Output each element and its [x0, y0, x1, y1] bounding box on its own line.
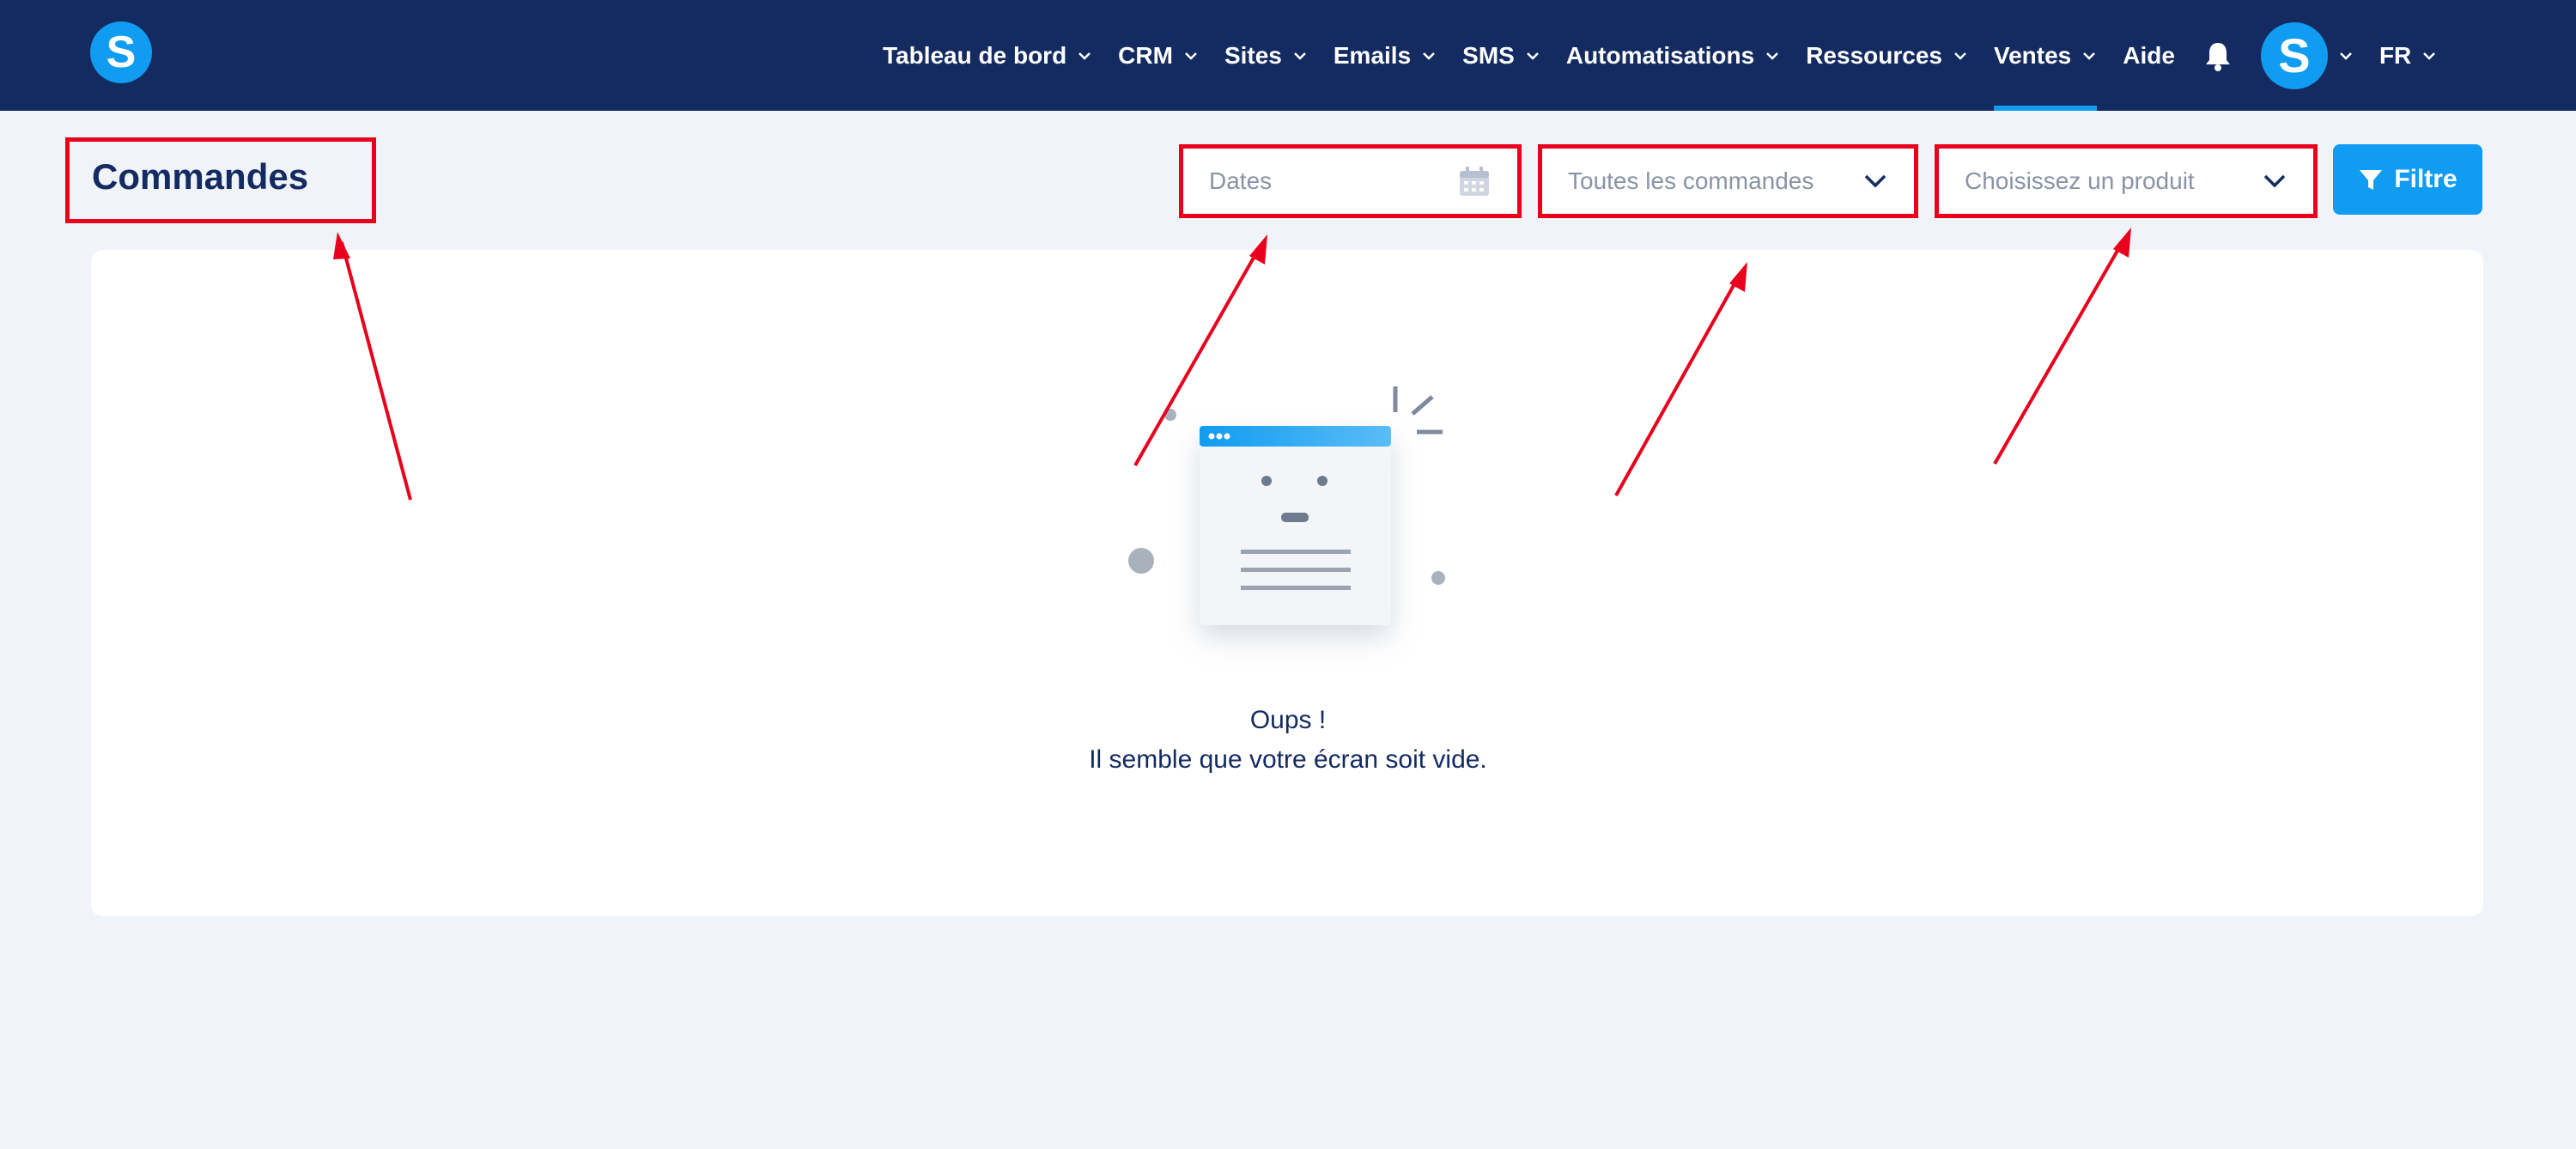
nav-item-label: Emails	[1333, 41, 1412, 69]
language-selector[interactable]: FR	[2379, 0, 2437, 111]
bell-icon[interactable]	[2201, 39, 2235, 73]
nav-item-tableau-de-bord[interactable]: Tableau de bord	[883, 0, 1092, 111]
nav-item-label: Automatisations	[1565, 41, 1755, 69]
nav-item-ventes[interactable]: Ventes	[1993, 0, 2098, 111]
top-navigation-bar: S Tableau de bord CRM Sites Emails SMS A…	[0, 0, 2576, 111]
nav-item-label: CRM	[1118, 41, 1173, 69]
filter-button-label: Filtre	[2394, 165, 2458, 193]
nav-item-sms[interactable]: SMS	[1462, 0, 1540, 111]
orders-select-value: Toutes les commandes	[1568, 167, 1814, 194]
orders-select[interactable]: Toutes les commandes	[1538, 144, 1918, 218]
product-select[interactable]: Choisissez un produit	[1935, 144, 2318, 218]
nav-item-ressources[interactable]: Ressources	[1806, 0, 1968, 111]
nav-item-automatisations[interactable]: Automatisations	[1566, 0, 1780, 111]
dates-field[interactable]: Dates	[1179, 144, 1522, 218]
nav-item-label: Sites	[1224, 41, 1282, 69]
nav-item-emails[interactable]: Emails	[1334, 0, 1437, 111]
content-card	[91, 250, 2483, 916]
empty-state-message: Il semble que votre écran soit vide.	[1089, 745, 1487, 774]
nav-item-label: Ressources	[1806, 41, 1942, 69]
nav-item-crm[interactable]: CRM	[1118, 0, 1199, 111]
chevron-down-icon	[1864, 174, 1886, 188]
nav-item-aide[interactable]: Aide	[2123, 0, 2175, 111]
dates-placeholder: Dates	[1209, 167, 1273, 194]
chevron-down-icon	[1293, 52, 1306, 60]
page-title: Commandes	[92, 156, 309, 197]
language-label: FR	[2379, 41, 2412, 69]
chevron-down-icon	[1766, 52, 1779, 60]
empty-state-title: Oups !	[1249, 706, 1327, 734]
nav-item-sites[interactable]: Sites	[1224, 0, 1308, 111]
chevron-down-icon	[1078, 52, 1091, 60]
nav-item-label: Ventes	[1993, 41, 2072, 69]
nav-item-label: Tableau de bord	[883, 41, 1067, 69]
nav-item-label: SMS	[1462, 41, 1515, 69]
chevron-down-icon	[1423, 52, 1436, 60]
main-nav: Tableau de bord CRM Sites Emails SMS Aut…	[883, 0, 2437, 111]
chevron-down-icon[interactable]	[2338, 48, 2354, 64]
product-select-value: Choisissez un produit	[1965, 167, 2195, 194]
chevron-down-icon	[2423, 52, 2436, 60]
chevron-down-icon	[2263, 174, 2286, 188]
chevron-down-icon	[1954, 52, 1966, 60]
nav-item-label: Aide	[2123, 41, 2175, 69]
chevron-down-icon	[1185, 52, 1197, 60]
chevron-down-icon	[1526, 52, 1539, 60]
filter-button[interactable]: Filtre	[2333, 144, 2482, 215]
calendar-icon	[1460, 167, 1489, 196]
filter-icon	[2360, 170, 2383, 190]
chevron-down-icon	[2083, 52, 2096, 60]
avatar[interactable]: S	[2260, 21, 2328, 89]
brand-logo[interactable]: S	[90, 21, 152, 83]
